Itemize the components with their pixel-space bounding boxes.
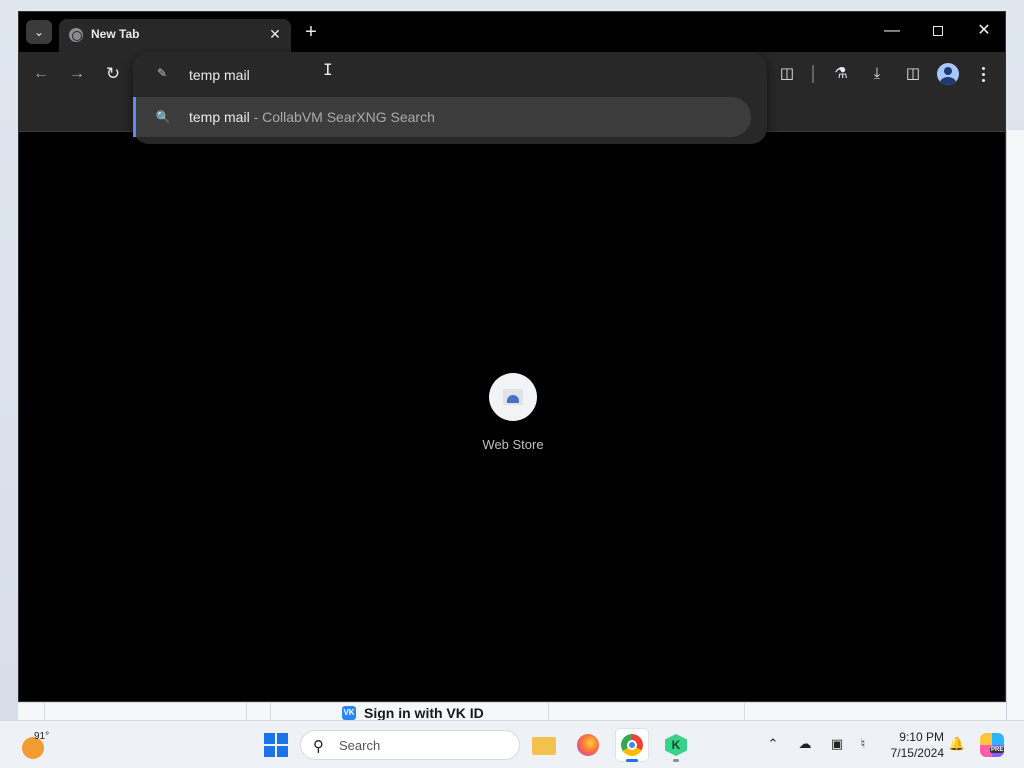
reload-button[interactable]: ↻ [101, 62, 125, 86]
clock-time: 9:10 PM [899, 730, 944, 744]
back-button[interactable]: ← [29, 62, 53, 86]
download-icon: ⤓ [873, 65, 881, 82]
maximize-button[interactable] [923, 20, 953, 44]
firefox-button[interactable] [572, 729, 604, 761]
dot-icon [981, 66, 985, 70]
text-cursor-icon: I [323, 60, 333, 79]
title-bar: ⌄ New Tab ✕ + — ✕ [19, 12, 1005, 52]
vk-signin-label: Sign in with VK ID [364, 704, 484, 721]
toolbar-divider [812, 65, 814, 83]
selection-indicator [133, 97, 136, 137]
taskbar: 91° ⚲ Search K ⌃ ☁ ▣ ♮ 9:10 PM 7/15/2024… [0, 720, 1024, 768]
windows-logo-tile [277, 733, 288, 744]
tab-close-button[interactable]: ✕ [267, 26, 283, 42]
downloads-button[interactable]: ⤓ [865, 62, 889, 86]
chrome-icon [621, 734, 643, 756]
tab-title: New Tab [91, 27, 140, 41]
windows-logo-tile [264, 746, 275, 757]
chevron-down-icon: ⌄ [33, 25, 45, 39]
weather-temp: 91° [34, 731, 50, 742]
running-indicator [626, 759, 638, 762]
divider [548, 703, 549, 721]
web-store-glyph [503, 389, 523, 405]
background-page-strip: VK Sign in with VK ID [18, 702, 1006, 721]
new-tab-button[interactable]: + [299, 21, 323, 45]
browser-window: ⌄ New Tab ✕ + — ✕ ← → ↻ ◫ ⚗ ⤓ ◫ Web Stor… [18, 11, 1006, 702]
running-indicator [673, 759, 679, 762]
search-icon: ⚲ [313, 738, 324, 755]
omnibox-suggestion[interactable]: 🔍 temp mail - CollabVM SearXNG Search [133, 97, 751, 137]
taskbar-search-label: Search [339, 738, 381, 753]
background-window-edge [1006, 130, 1024, 720]
windows-logo-tile [277, 746, 288, 757]
extensions-button[interactable]: ◫ [775, 62, 799, 86]
chrome-button[interactable] [616, 729, 648, 762]
taskbar-search[interactable]: ⚲ Search [300, 730, 520, 760]
minimize-button[interactable]: — [877, 20, 907, 44]
menu-button[interactable] [975, 62, 991, 86]
file-explorer-icon [532, 737, 556, 755]
clock[interactable]: 9:10 PM 7/15/2024 [880, 729, 944, 761]
close-window-button[interactable]: ✕ [969, 20, 999, 44]
copilot-button[interactable]: PRE [980, 733, 1005, 757]
kaspersky-icon: K [665, 734, 687, 756]
windows-logo-tile [264, 733, 275, 744]
profile-avatar[interactable] [937, 63, 959, 85]
shortcut-label: Web Store [482, 437, 544, 452]
tab-new-tab[interactable]: New Tab ✕ [59, 19, 291, 52]
network-icon[interactable]: ▣ [828, 735, 846, 753]
firefox-icon [577, 734, 599, 756]
chevron-up-icon[interactable]: ⌃ [764, 735, 782, 753]
shortcut-web-store[interactable]: Web Store [469, 373, 557, 463]
omnibox-popup: ✎ I 🔍 temp mail - CollabVM SearXNG Searc… [133, 52, 767, 144]
address-bar-input[interactable] [189, 64, 669, 86]
site-info-icon[interactable]: ✎ [155, 66, 169, 80]
flask-icon: ⚗ [834, 65, 848, 82]
vk-logo-icon: VK [342, 705, 356, 720]
side-panel-button[interactable]: ◫ [901, 62, 925, 86]
maximize-icon [933, 26, 943, 36]
puzzle-icon: ◫ [779, 65, 795, 82]
copilot-badge: PRE [990, 747, 1005, 753]
search-icon: 🔍 [155, 110, 171, 124]
suggestion-separator: - [249, 109, 263, 125]
start-button[interactable] [264, 733, 288, 757]
globe-icon [69, 28, 83, 42]
divider [744, 703, 745, 721]
file-explorer-button[interactable] [528, 729, 560, 761]
weather-widget[interactable]: 91° [20, 731, 60, 761]
suggestion-text: temp mail - CollabVM SearXNG Search [189, 109, 435, 125]
suggestion-query: temp mail [189, 109, 250, 125]
divider [246, 703, 247, 721]
dot-icon [981, 72, 985, 76]
onedrive-icon[interactable]: ☁ [796, 735, 814, 753]
divider [44, 703, 45, 721]
labs-button[interactable]: ⚗ [829, 62, 853, 86]
kaspersky-button[interactable]: K [660, 729, 692, 762]
vk-signin-button[interactable]: VK Sign in with VK ID [342, 704, 484, 721]
notifications-bell-icon[interactable]: 🔔 [948, 735, 966, 753]
side-panel-icon: ◫ [905, 65, 921, 82]
suggestion-source: CollabVM SearXNG Search [262, 109, 435, 125]
omnibox-row: ✎ I [133, 52, 767, 96]
volume-icon[interactable]: ♮ [854, 735, 872, 753]
new-tab-page: Web Store [19, 133, 1005, 701]
dot-icon [981, 78, 985, 82]
clock-date: 7/15/2024 [890, 746, 944, 760]
tab-search-button[interactable]: ⌄ [26, 20, 52, 44]
forward-button[interactable]: → [65, 62, 89, 86]
web-store-icon [489, 373, 537, 421]
divider [270, 703, 271, 721]
